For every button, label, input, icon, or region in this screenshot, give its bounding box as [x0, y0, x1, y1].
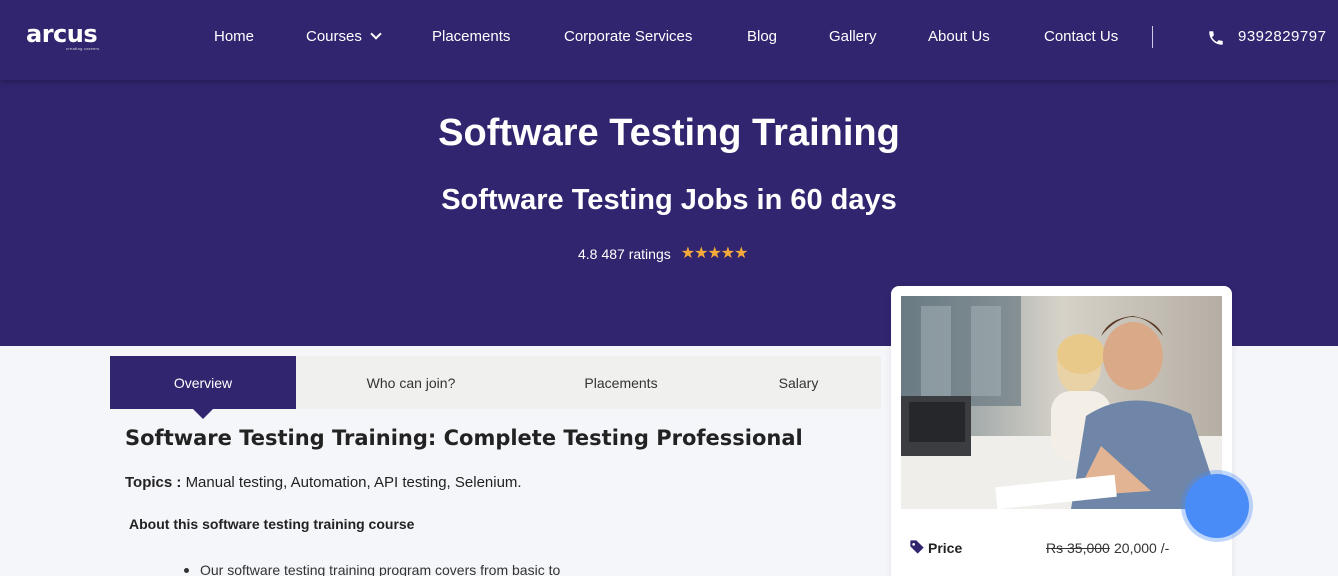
- price-label: Price: [928, 540, 963, 556]
- nav-contact-us-link[interactable]: Contact Us: [1044, 28, 1118, 45]
- nav-blog-link[interactable]: Blog: [747, 28, 777, 45]
- star-icon: ★: [734, 245, 749, 262]
- topics-label: Topics :: [125, 474, 182, 491]
- nav-courses-label: Courses: [306, 28, 362, 45]
- nav-about-us-link[interactable]: About Us: [928, 28, 990, 45]
- page-title: Software Testing Training: [438, 112, 900, 154]
- logo-text: arcus: [26, 20, 98, 48]
- star-icon: ★: [707, 245, 722, 262]
- nav-corporate-services-link[interactable]: Corporate Services: [564, 28, 692, 45]
- nav-courses-dropdown[interactable]: Courses: [306, 28, 382, 45]
- star-icon: ★: [694, 245, 709, 262]
- tag-icon: [910, 540, 924, 554]
- tab-placements[interactable]: Placements: [526, 356, 716, 409]
- section-title: Software Testing Training: Complete Test…: [125, 426, 803, 450]
- rating-count: 487 ratings: [601, 246, 671, 262]
- star-icon: ★: [720, 245, 736, 262]
- tab-who-can-join[interactable]: Who can join?: [296, 356, 526, 409]
- price-discounted: 20,000 /-: [1114, 540, 1170, 556]
- tab-overview[interactable]: Overview: [110, 356, 296, 419]
- about-heading: About this software testing training cou…: [129, 516, 415, 532]
- topics-value: Manual testing, Automation, API testing,…: [185, 474, 522, 491]
- topics-line: Topics : Manual testing, Automation, API…: [125, 474, 522, 491]
- star-icon: ★: [680, 245, 696, 262]
- nav-gallery-link[interactable]: Gallery: [829, 28, 877, 45]
- tab-salary[interactable]: Salary: [716, 356, 881, 409]
- course-rating: 4.8 487 ratings ★ ★ ★ ★ ★: [578, 245, 749, 263]
- logo[interactable]: arcus creating careers: [26, 22, 99, 51]
- phone-number-link[interactable]: 9392829797: [1238, 28, 1326, 45]
- nav-home-link[interactable]: Home: [214, 28, 254, 45]
- logo-tagline: creating careers: [66, 46, 100, 51]
- page-subtitle: Software Testing Jobs in 60 days: [441, 184, 897, 216]
- rating-value: 4.8: [578, 246, 598, 262]
- nav-divider: [1152, 26, 1153, 48]
- phone-icon[interactable]: [1207, 29, 1225, 47]
- list-item: Our software testing training program co…: [184, 562, 560, 576]
- course-photo: [901, 296, 1222, 509]
- chevron-down-icon: [370, 28, 382, 40]
- course-tabs: Overview Who can join? Placements Salary: [110, 356, 881, 419]
- top-navbar: arcus creating careers Home Courses Plac…: [0, 0, 1338, 80]
- price-original: Rs 35,000: [1046, 540, 1110, 556]
- chat-button[interactable]: [1185, 474, 1249, 538]
- rating-stars: ★ ★ ★ ★ ★: [680, 245, 749, 262]
- nav-placements-link[interactable]: Placements: [432, 28, 510, 45]
- list-item-text: Our software testing training program co…: [200, 562, 561, 576]
